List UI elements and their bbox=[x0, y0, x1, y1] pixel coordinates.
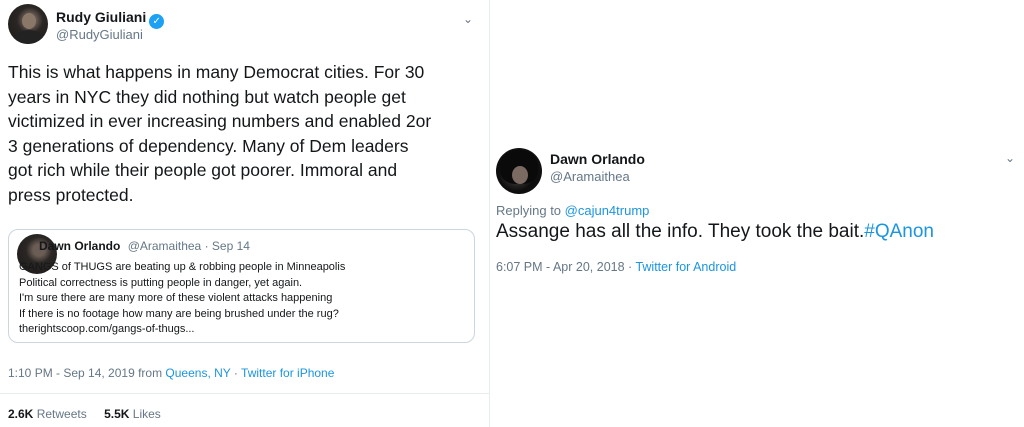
tweet-meta: 6:07 PM - Apr 20, 2018 · Twitter for And… bbox=[496, 260, 736, 274]
tweet-text: Assange has all the info. They took the … bbox=[496, 220, 934, 244]
divider bbox=[0, 393, 490, 394]
tweet-dawn-orlando[interactable]: Dawn Orlando @Aramaithea ⌄ Replying to @… bbox=[490, 142, 1024, 287]
author-handle[interactable]: @RudyGiuliani bbox=[56, 27, 143, 42]
author-name[interactable]: Rudy Giuliani ✓ bbox=[56, 9, 165, 29]
source-link[interactable]: Twitter for iPhone bbox=[241, 366, 334, 380]
likes-count: 5.5K bbox=[104, 407, 130, 421]
retweets-count: 2.6K bbox=[8, 407, 34, 421]
avatar-face bbox=[22, 13, 36, 29]
quoted-author-meta: @Aramaithea · Sep 14 bbox=[127, 239, 250, 253]
quoted-author-name: Dawn Orlando bbox=[39, 239, 121, 253]
timestamp[interactable]: 6:07 PM - Apr 20, 2018 · bbox=[496, 260, 635, 274]
retweets-label: Retweets bbox=[36, 407, 87, 421]
avatar[interactable] bbox=[496, 148, 542, 194]
hashtag-link[interactable]: #QAnon bbox=[864, 221, 934, 242]
tweet-meta: 1:10 PM - Sep 14, 2019 from Queens, NY ·… bbox=[8, 366, 334, 380]
quoted-tweet[interactable]: Dawn Orlando @Aramaithea · Sep 14 GANGS … bbox=[8, 229, 475, 343]
tweet-text: This is what happens in many Democrat ci… bbox=[8, 62, 432, 205]
retweets-stat[interactable]: 2.6K Retweets bbox=[8, 407, 87, 421]
separator-dot: · bbox=[230, 366, 242, 380]
avatar-face bbox=[512, 166, 528, 184]
chevron-down-icon[interactable]: ⌄ bbox=[1004, 152, 1016, 164]
quoted-author-handle: @Aramaithea bbox=[127, 239, 202, 253]
replying-to-link[interactable]: @cajun4trump bbox=[565, 203, 650, 218]
location-link[interactable]: Queens, NY bbox=[165, 366, 230, 380]
quoted-body: GANGS of THUGS are beating up & robbing … bbox=[19, 261, 346, 335]
quoted-header: Dawn Orlando @Aramaithea · Sep 14 bbox=[39, 239, 250, 253]
avatar[interactable] bbox=[8, 4, 48, 44]
tweet-text-body: Assange has all the info. They took the … bbox=[496, 221, 865, 242]
author-handle[interactable]: @Aramaithea bbox=[550, 169, 630, 184]
timestamp[interactable]: 1:10 PM - Sep 14, 2019 from bbox=[8, 366, 165, 380]
replying-to: Replying to @cajun4trump bbox=[496, 203, 649, 218]
source-link[interactable]: Twitter for Android bbox=[635, 260, 736, 274]
avatar-body bbox=[14, 30, 44, 44]
author-name[interactable]: Dawn Orlando bbox=[550, 151, 645, 167]
likes-stat[interactable]: 5.5K Likes bbox=[104, 407, 161, 421]
chevron-down-icon[interactable]: ⌄ bbox=[462, 13, 474, 25]
quoted-date: Sep 14 bbox=[211, 239, 250, 253]
author-name-text[interactable]: Rudy Giuliani bbox=[56, 9, 146, 25]
likes-label: Likes bbox=[132, 407, 161, 421]
verified-badge-icon: ✓ bbox=[149, 14, 165, 29]
tweet-stats: 2.6K Retweets 5.5K Likes bbox=[8, 407, 161, 421]
replying-to-label: Replying to bbox=[496, 203, 565, 218]
tweet-rudy-giuliani[interactable]: Rudy Giuliani ✓ @RudyGiuliani ⌄ This is w… bbox=[0, 0, 490, 427]
